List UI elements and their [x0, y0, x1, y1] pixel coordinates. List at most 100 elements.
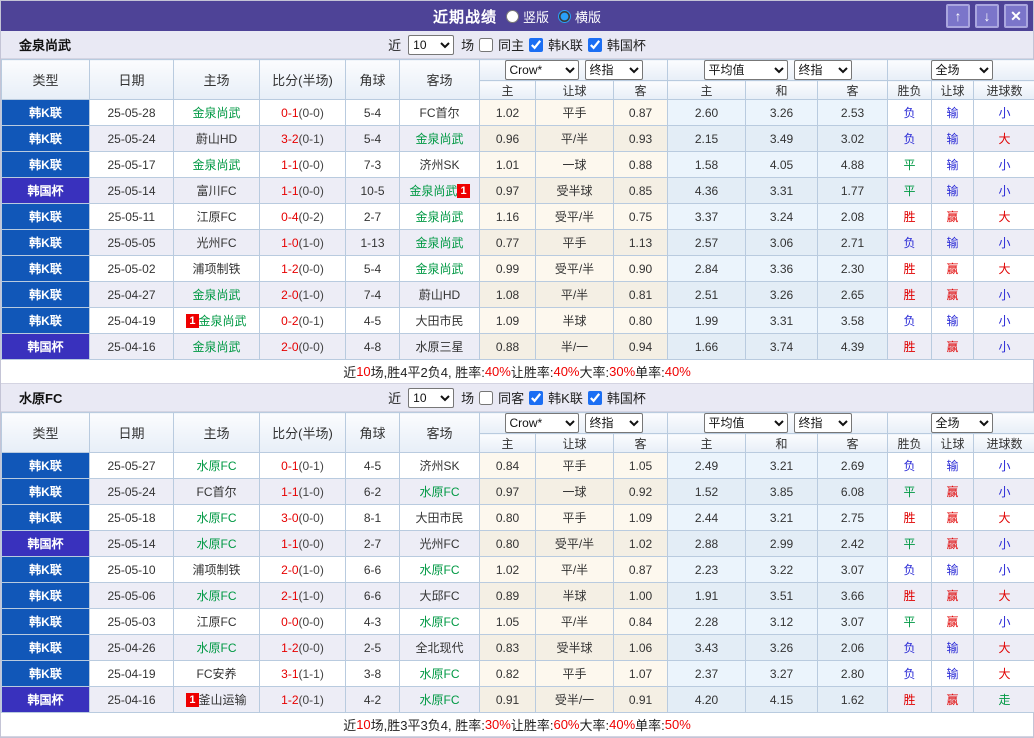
- scroll-down-button[interactable]: ↓: [975, 4, 999, 28]
- corner-cell: 4-5: [346, 308, 400, 334]
- team-label: 浦项制铁: [192, 563, 240, 577]
- sub-column-header: 胜负: [888, 434, 932, 453]
- result-cell: 负: [888, 635, 932, 661]
- sub-column-header: 进球数: [974, 434, 1034, 453]
- odds-away-cell: 1.13: [614, 230, 668, 256]
- summary-segment: 单率:: [635, 715, 665, 734]
- sub-column-header: 和: [746, 434, 818, 453]
- scope-select[interactable]: 全场: [931, 413, 993, 433]
- avg-select[interactable]: 平均值: [704, 60, 788, 80]
- full-time-score: 1-0: [281, 236, 298, 250]
- odds-company-select[interactable]: Crow*: [505, 413, 579, 433]
- date-cell: 25-04-27: [90, 282, 174, 308]
- handicap-result-cell: 输: [932, 126, 974, 152]
- result-cell: 负: [888, 557, 932, 583]
- handicap-result-cell: 赢: [932, 687, 974, 713]
- team-label: FC安养: [197, 667, 237, 681]
- handicap-cell: 半/一: [536, 334, 614, 360]
- score-cell: 0-1(0-1): [260, 453, 346, 479]
- home-team-cell: 富川FC: [174, 178, 260, 204]
- avg-draw-cell: 3.26: [746, 282, 818, 308]
- goals-result-cell: 大: [974, 635, 1034, 661]
- odds-stage-select[interactable]: 终指: [585, 413, 643, 433]
- match-row: 韩K联25-05-10浦项制铁2-0(1-0)6-6水原FC1.02平/半0.8…: [2, 557, 1034, 583]
- sub-column-header: 主: [480, 81, 536, 100]
- radio-horizontal-input[interactable]: [558, 10, 571, 23]
- type-cell: 韩国杯: [2, 178, 90, 204]
- away-team-cell: 金泉尚武: [400, 230, 480, 256]
- column-header: 客场: [400, 413, 480, 453]
- result-cell: 胜: [888, 687, 932, 713]
- same-venue-checkbox[interactable]: [479, 38, 493, 52]
- half-time-score: (1-0): [299, 485, 324, 499]
- cup-checkbox[interactable]: [588, 391, 602, 405]
- radio-vertical-input[interactable]: [506, 10, 519, 23]
- goals-result-cell: 小: [974, 152, 1034, 178]
- odds-stage-select[interactable]: 终指: [585, 60, 643, 80]
- odds-home-cell: 1.02: [480, 100, 536, 126]
- same-venue-checkbox[interactable]: [479, 391, 493, 405]
- away-team-cell: 济州SK: [400, 152, 480, 178]
- date-cell: 25-05-14: [90, 178, 174, 204]
- type-cell: 韩K联: [2, 635, 90, 661]
- avg-select[interactable]: 平均值: [704, 413, 788, 433]
- sub-column-header: 让球: [536, 434, 614, 453]
- home-team-cell: 浦项制铁: [174, 256, 260, 282]
- avg-draw-cell: 2.99: [746, 531, 818, 557]
- filter-controls: 近10场同客韩K联韩国杯: [388, 388, 646, 408]
- radio-vertical[interactable]: 竖版: [506, 7, 549, 26]
- handicap-result-cell: 赢: [932, 531, 974, 557]
- full-time-score: 1-1: [281, 158, 298, 172]
- avg-stage-select[interactable]: 终指: [794, 60, 852, 80]
- match-row: 韩K联25-05-24蔚山HD3-2(0-1)5-4金泉尚武0.96平/半0.9…: [2, 126, 1034, 152]
- column-header: 类型: [2, 60, 90, 100]
- handicap-cell: 平/半: [536, 609, 614, 635]
- date-cell: 25-05-24: [90, 126, 174, 152]
- column-header: 类型: [2, 413, 90, 453]
- date-cell: 25-05-24: [90, 479, 174, 505]
- result-cell: 负: [888, 308, 932, 334]
- scope-select[interactable]: 全场: [931, 60, 993, 80]
- handicap-cell: 受半球: [536, 178, 614, 204]
- avg-away-cell: 4.88: [818, 152, 888, 178]
- scroll-up-button[interactable]: ↑: [946, 4, 970, 28]
- score-cell: 3-2(0-1): [260, 126, 346, 152]
- odds-company-select[interactable]: Crow*: [505, 60, 579, 80]
- score-cell: 0-4(0-2): [260, 204, 346, 230]
- away-team-cell: 金泉尚武: [400, 126, 480, 152]
- column-header: 日期: [90, 413, 174, 453]
- handicap-result-cell: 赢: [932, 583, 974, 609]
- handicap-result-cell: 输: [932, 635, 974, 661]
- match-count-select[interactable]: 10: [408, 35, 454, 55]
- half-time-score: (0-0): [299, 615, 324, 629]
- match-row: 韩K联25-05-17金泉尚武1-1(0-0)7-3济州SK1.01一球0.88…: [2, 152, 1034, 178]
- odds-home-cell: 1.02: [480, 557, 536, 583]
- avg-away-cell: 2.80: [818, 661, 888, 687]
- type-cell: 韩K联: [2, 282, 90, 308]
- half-time-score: (0-1): [299, 459, 324, 473]
- league-k-checkbox[interactable]: [529, 391, 543, 405]
- team-label: 江原FC: [197, 210, 237, 224]
- match-row: 韩K联25-05-06水原FC2-1(1-0)6-6大邱FC0.89半球1.00…: [2, 583, 1034, 609]
- away-team-cell: 大邱FC: [400, 583, 480, 609]
- cup-label: 韩国杯: [607, 388, 646, 407]
- league-k-checkbox[interactable]: [529, 38, 543, 52]
- home-team-cell: 水原FC: [174, 505, 260, 531]
- home-team-cell: 金泉尚武: [174, 152, 260, 178]
- summary-segment: 近: [343, 362, 356, 381]
- match-row: 韩K联25-04-26水原FC1-2(0-0)2-5全北现代0.83受半球1.0…: [2, 635, 1034, 661]
- radio-horizontal[interactable]: 横版: [558, 7, 601, 26]
- avg-home-cell: 1.58: [668, 152, 746, 178]
- handicap-result-cell: 输: [932, 230, 974, 256]
- sub-column-header: 和: [746, 81, 818, 100]
- match-row: 韩K联25-05-18水原FC3-0(0-0)8-1大田市民0.80平手1.09…: [2, 505, 1034, 531]
- goals-result-cell: 小: [974, 308, 1034, 334]
- close-button[interactable]: ✕: [1004, 4, 1028, 28]
- match-count-select[interactable]: 10: [408, 388, 454, 408]
- odds-away-cell: 1.07: [614, 661, 668, 687]
- avg-stage-select[interactable]: 终指: [794, 413, 852, 433]
- odds-home-cell: 0.97: [480, 178, 536, 204]
- cup-checkbox[interactable]: [588, 38, 602, 52]
- odds-away-cell: 0.94: [614, 334, 668, 360]
- column-header: 日期: [90, 60, 174, 100]
